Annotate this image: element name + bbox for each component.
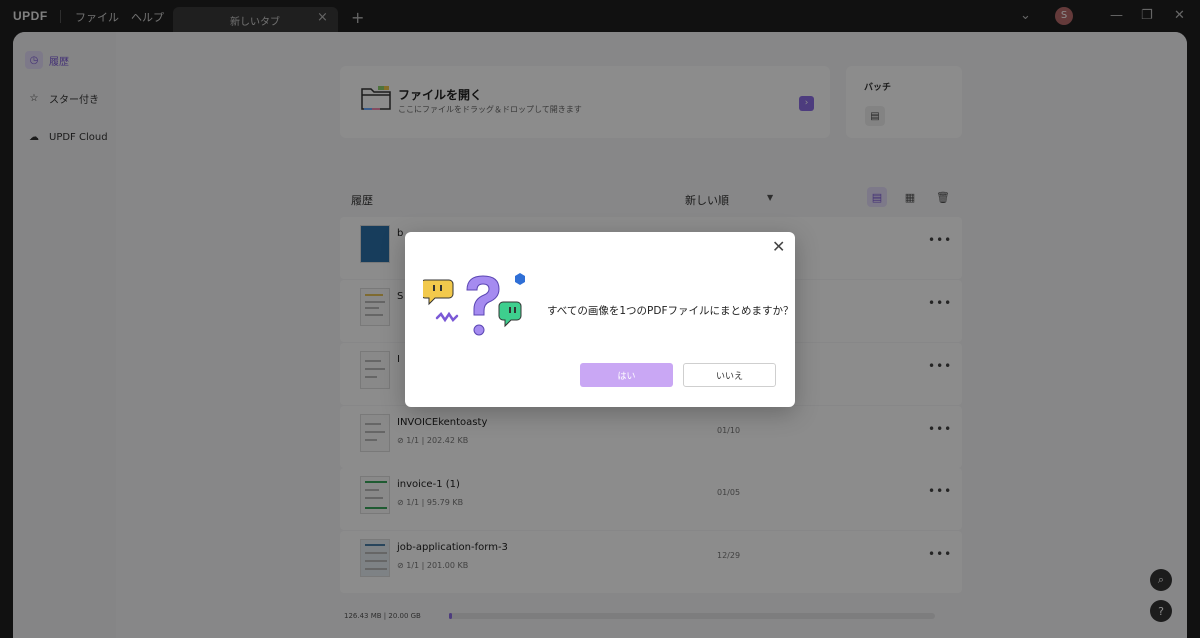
yes-button[interactable]: はい	[580, 363, 673, 387]
dialog-message: すべての画像を1つのPDFファイルにまとめますか？	[547, 305, 794, 317]
merge-images-dialog: ✕ すべての画像を1つのPDFファイルにまとめますか？ はい いいえ	[405, 232, 795, 407]
no-button[interactable]: いいえ	[683, 363, 776, 387]
close-icon[interactable]: ✕	[772, 237, 785, 256]
question-illustration-icon	[423, 273, 525, 336]
